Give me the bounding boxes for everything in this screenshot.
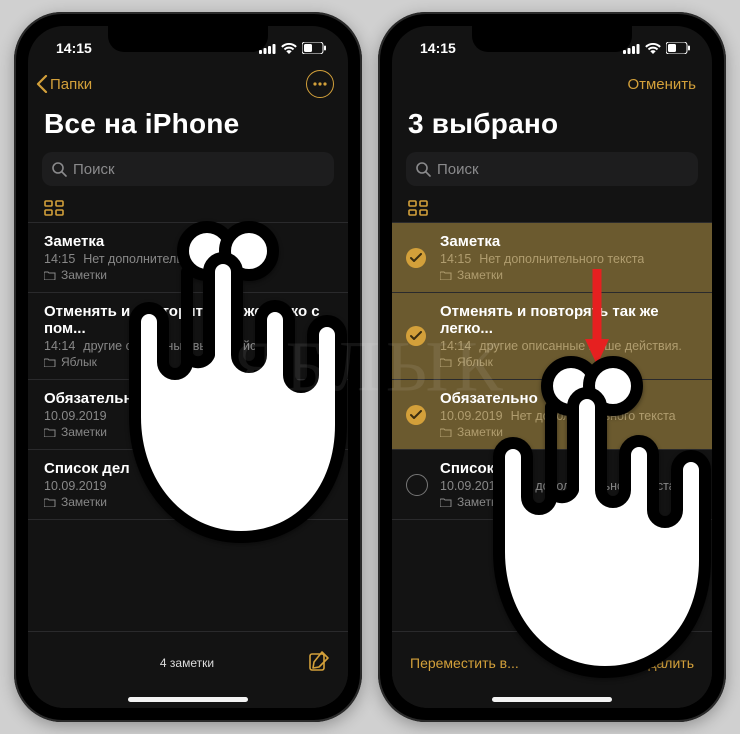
note-title: Заметка [44,233,332,250]
folder-icon [44,357,56,367]
note-title: Заметка [440,233,696,250]
note-folder-label: Заметки [457,425,503,439]
search-icon [52,162,67,177]
note-folder-label: Яблык [61,355,97,369]
note-folder-label: Заметки [61,495,107,509]
note-title: Список дел [44,460,332,477]
search-placeholder: Поиск [73,161,115,178]
note-folder-label: Яблык [457,355,493,369]
list-item[interactable]: Заметка 14:15Нет дополнительного текста … [28,223,348,293]
status-time: 14:15 [420,40,456,56]
wifi-icon [645,43,661,54]
more-button[interactable] [306,70,334,98]
move-button[interactable]: Переместить в... [410,655,519,671]
home-indicator[interactable] [128,697,248,702]
list-item[interactable]: Отменять и повторять так же легко... 14:… [392,293,712,380]
note-snippet: Нет дополнительного текста [83,252,248,266]
chevron-left-icon [36,75,48,93]
list-item[interactable]: Обязательно 10.09.2019 Заметки [28,380,348,450]
screen-left: 14:15 Папки Все на iPhone П [28,26,348,708]
phone-right: 14:15 Отменить 3 выбрано Поиск [378,12,726,722]
ellipsis-icon [313,82,327,86]
notch [108,26,268,52]
search-placeholder: Поиск [437,161,479,178]
selection-checkbox[interactable] [406,405,426,425]
note-list: Заметка 14:15Нет дополнительного текста … [392,222,712,520]
compose-icon [308,650,330,672]
search-input[interactable]: Поиск [42,152,334,186]
note-folder-label: Заметки [61,425,107,439]
check-icon [410,410,422,420]
note-folder-label: Заметки [457,495,503,509]
back-label: Папки [50,76,92,93]
note-folder-label: Заметки [61,268,107,282]
home-indicator[interactable] [492,697,612,702]
note-date: 14:14 [44,339,75,353]
note-snippet: Нет дополнительного текста [511,479,676,493]
note-snippet: другие описанные выше действия. [83,339,286,353]
view-toggle[interactable] [392,196,712,222]
note-title: Отменять и повторять так же легко с пом.… [44,303,332,337]
list-item[interactable]: Отменять и повторять так же легко с пом.… [28,293,348,380]
note-date: 14:14 [440,339,471,353]
note-date: 10.09.2019 [44,479,107,493]
grid-icon [44,200,64,216]
phone-left: 14:15 Папки Все на iPhone П [14,12,362,722]
folder-icon [440,497,452,507]
back-button[interactable]: Папки [36,75,92,93]
note-title: Список дел [440,460,696,477]
note-title: Отменять и повторять так же легко... [440,303,696,337]
list-item[interactable]: Обязательно 10.09.2019 Нет дополнительног… [392,380,712,450]
list-item[interactable]: Заметка 14:15Нет дополнительного текста … [392,223,712,293]
folder-icon [440,270,452,280]
note-date: 14:15 [44,252,75,266]
page-title: Все на iPhone [28,104,348,152]
selection-checkbox[interactable] [406,326,426,346]
note-date: 10.09.2019 [440,409,503,423]
note-folder-label: Заметки [457,268,503,282]
screen-right: 14:15 Отменить 3 выбрано Поиск [392,26,712,708]
view-toggle[interactable] [28,196,348,222]
list-item[interactable]: Список дел 10.09.2019 Нет дополнительного… [392,450,712,520]
status-icons [259,42,326,54]
search-input[interactable]: Поиск [406,152,698,186]
canvas: 14:15 Папки Все на iPhone П [0,0,740,734]
status-time: 14:15 [56,40,92,56]
notch [472,26,632,52]
delete-button[interactable]: Удалить [641,655,694,671]
folder-icon [440,427,452,437]
check-icon [410,253,422,263]
status-icons [623,42,690,54]
note-date: 10.09.2019 [44,409,107,423]
footer-count: 4 заметки [66,656,308,670]
note-snippet: другие описанные выше действия. [479,339,682,353]
folder-icon [44,427,56,437]
note-list: Заметка 14:15Нет дополнительного текста … [28,222,348,520]
cancel-button[interactable]: Отменить [627,76,696,93]
nav-bar: Отменить [392,66,712,104]
note-title: Обязательно [44,390,332,407]
page-title: 3 выбрано [392,104,712,152]
note-snippet: Нет дополнительного текста [479,252,644,266]
battery-icon [666,42,690,54]
note-date: 14:15 [440,252,471,266]
grid-icon [408,200,428,216]
note-snippet: Нет дополнительного текста [511,409,676,423]
selection-checkbox[interactable] [406,248,426,268]
check-icon [410,331,422,341]
list-item[interactable]: Список дел 10.09.2019 Заметки [28,450,348,520]
wifi-icon [281,43,297,54]
note-title: Обязательно [440,390,696,407]
folder-icon [44,270,56,280]
nav-bar: Папки [28,66,348,104]
battery-icon [302,42,326,54]
folder-icon [440,357,452,367]
selection-checkbox[interactable] [406,474,428,496]
compose-button[interactable] [308,650,330,677]
folder-icon [44,497,56,507]
note-date: 10.09.2019 [440,479,503,493]
search-icon [416,162,431,177]
